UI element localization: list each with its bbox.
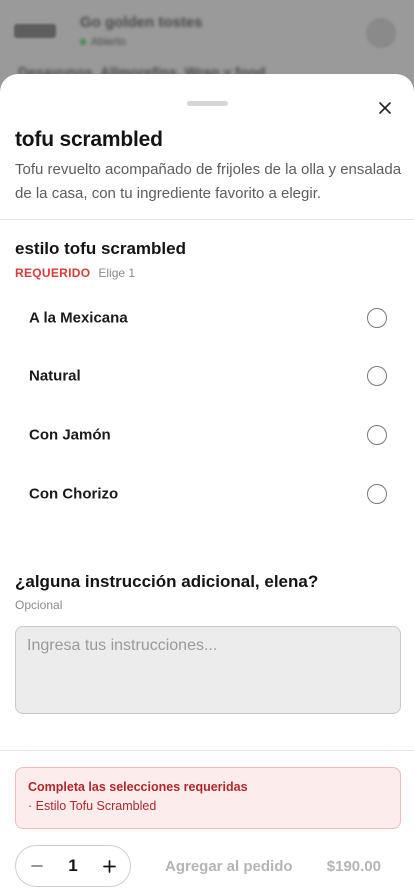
radio-button[interactable] bbox=[367, 366, 387, 386]
radio-button[interactable] bbox=[367, 425, 387, 445]
option-natural[interactable]: Natural bbox=[0, 347, 412, 405]
instructions-title: ¿alguna instrucción adicional, elena? bbox=[15, 572, 319, 591]
add-to-order-button[interactable]: Agregar al pedido $190.00 bbox=[149, 845, 401, 887]
item-detail-sheet: tofu scrambled Tofu revuelto acompañado … bbox=[0, 74, 414, 896]
divider bbox=[0, 219, 414, 220]
radio-button[interactable] bbox=[367, 308, 387, 328]
plus-icon bbox=[102, 859, 116, 873]
option-group-meta: REQUERIDO Elige 1 bbox=[15, 266, 135, 280]
quantity-stepper: 1 bbox=[15, 845, 131, 887]
alert-title: Completa las selecciones requeridas bbox=[28, 780, 248, 794]
option-label: Con Jamón bbox=[29, 426, 111, 444]
alert-item: · Estilo Tofu Scrambled bbox=[28, 799, 157, 813]
drag-handle[interactable] bbox=[187, 101, 228, 106]
decrease-button[interactable] bbox=[28, 857, 46, 875]
close-icon bbox=[379, 102, 391, 114]
restaurant-logo bbox=[14, 24, 56, 38]
radio-button[interactable] bbox=[367, 484, 387, 504]
restaurant-name: Go golden tostes bbox=[80, 14, 203, 31]
option-a-la-mexicana[interactable]: A la Mexicana bbox=[0, 289, 412, 347]
optional-label: Opcional bbox=[15, 598, 63, 612]
order-price: $190.00 bbox=[326, 857, 381, 875]
background-action-icon bbox=[366, 18, 396, 48]
quantity-value: 1 bbox=[68, 856, 78, 875]
divider bbox=[0, 750, 414, 751]
required-badge: REQUERIDO bbox=[15, 266, 91, 280]
item-description: Tofu revuelto acompañado de frijoles de … bbox=[15, 161, 402, 202]
option-label: Natural bbox=[29, 367, 81, 385]
option-con-jamon[interactable]: Con Jamón bbox=[0, 406, 412, 464]
minus-icon bbox=[31, 865, 43, 867]
add-to-order-label: Agregar al pedido bbox=[165, 857, 293, 875]
restaurant-status: Abierto bbox=[80, 36, 126, 48]
option-group-title: estilo tofu scrambled bbox=[15, 239, 186, 258]
instructions-input[interactable] bbox=[15, 626, 401, 714]
item-title: tofu scrambled bbox=[15, 128, 163, 151]
increase-button[interactable] bbox=[100, 857, 118, 875]
option-label: A la Mexicana bbox=[29, 309, 128, 327]
close-button[interactable] bbox=[371, 94, 399, 122]
option-label: Con Chorizo bbox=[29, 485, 119, 503]
choose-count: Elige 1 bbox=[98, 266, 136, 280]
option-con-chorizo[interactable]: Con Chorizo bbox=[0, 465, 412, 523]
required-selection-alert: Completa las selecciones requeridas · Es… bbox=[15, 767, 401, 829]
